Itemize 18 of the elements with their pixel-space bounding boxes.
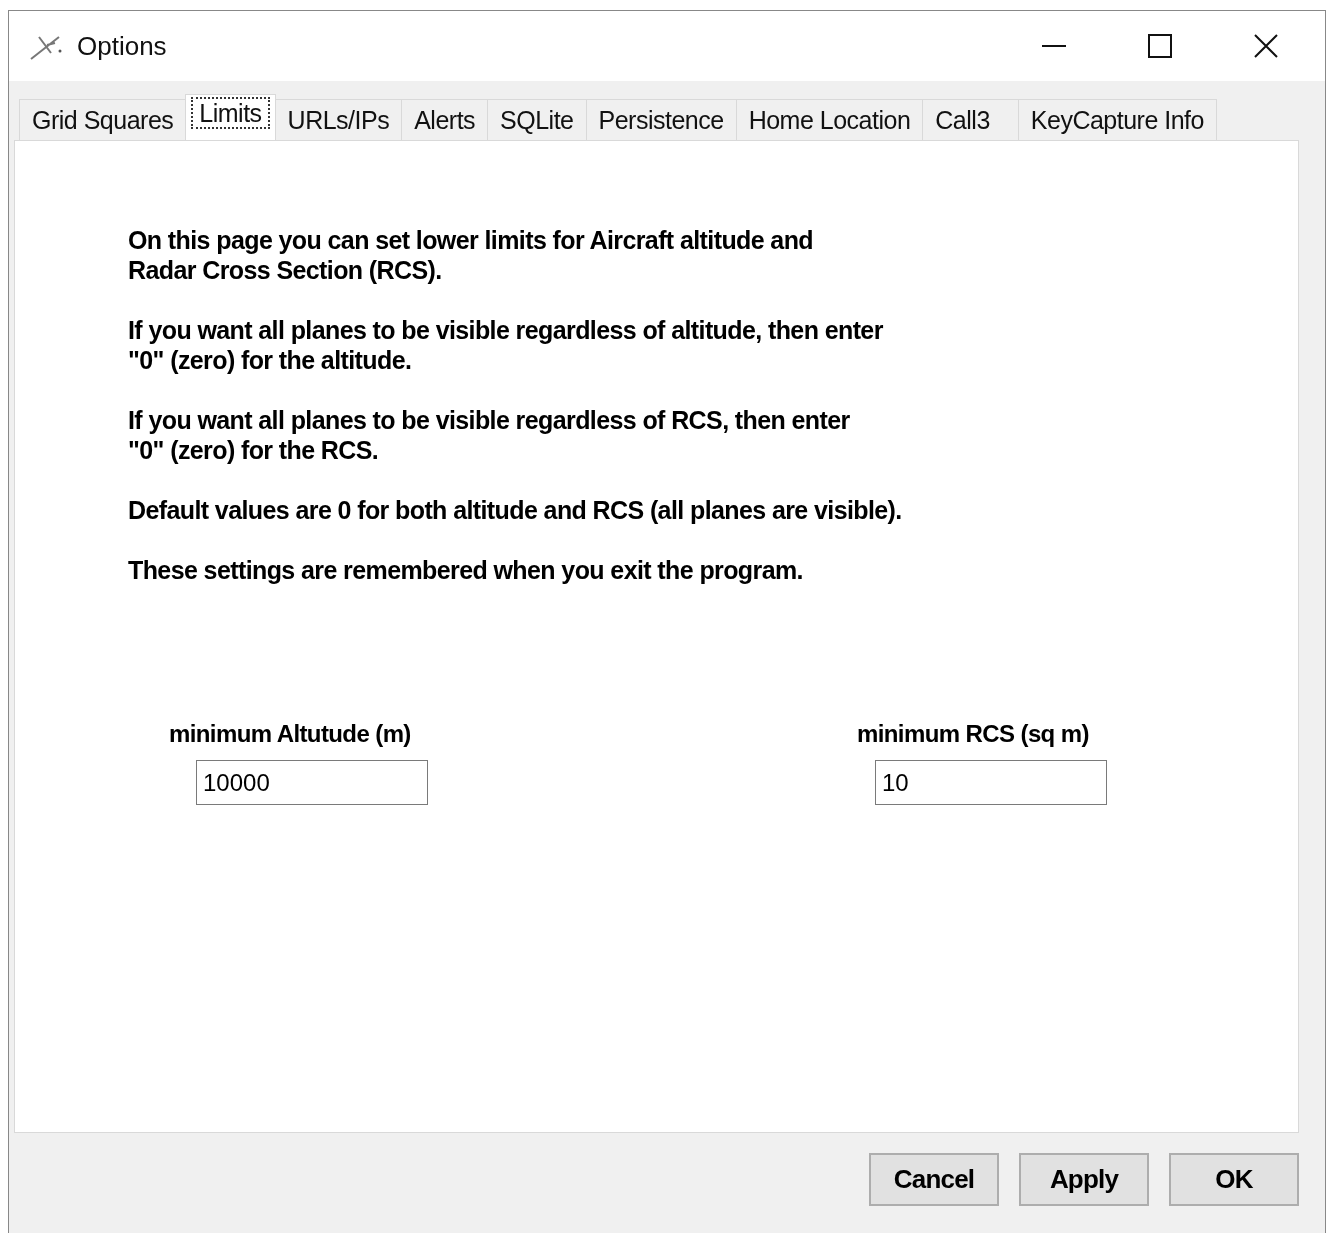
close-icon[interactable] — [1253, 33, 1279, 59]
field-label: minimum RCS (sq m) — [857, 720, 1090, 748]
instruction-text: These settings are remembered when you exit the program. — [128, 555, 804, 585]
window-title: Options — [77, 30, 167, 62]
tab[interactable]: Grid Squares — [19, 99, 187, 140]
dialog-button[interactable]: OK — [1169, 1153, 1299, 1206]
dialog-button[interactable]: Apply — [1019, 1153, 1149, 1206]
instruction-text: On this page you can set lower limits for Aircraft altitude and Radar Cross Section (RCS). — [128, 225, 814, 285]
tab[interactable]: Limits — [185, 94, 276, 140]
instruction-text: If you want all planes to be visible regardless of RCS, then enter "0" (zero) for the RCS. — [128, 405, 851, 465]
input-field[interactable]: 10000 — [196, 760, 428, 805]
instruction-text: If you want all planes to be visible regardless of altitude, then enter "0" (zero) for the altitude. — [128, 315, 884, 375]
dialog-button[interactable]: Cancel — [869, 1153, 999, 1206]
input-field[interactable]: 10 — [875, 760, 1107, 805]
instruction-text: Default values are 0 for both altitude and RCS (all planes are visible). — [128, 495, 903, 525]
field-label: minimum Altutude (m) — [169, 720, 412, 748]
maximize-icon[interactable] — [1147, 33, 1173, 59]
tab[interactable]: KeyCapture Info — [1017, 99, 1217, 140]
